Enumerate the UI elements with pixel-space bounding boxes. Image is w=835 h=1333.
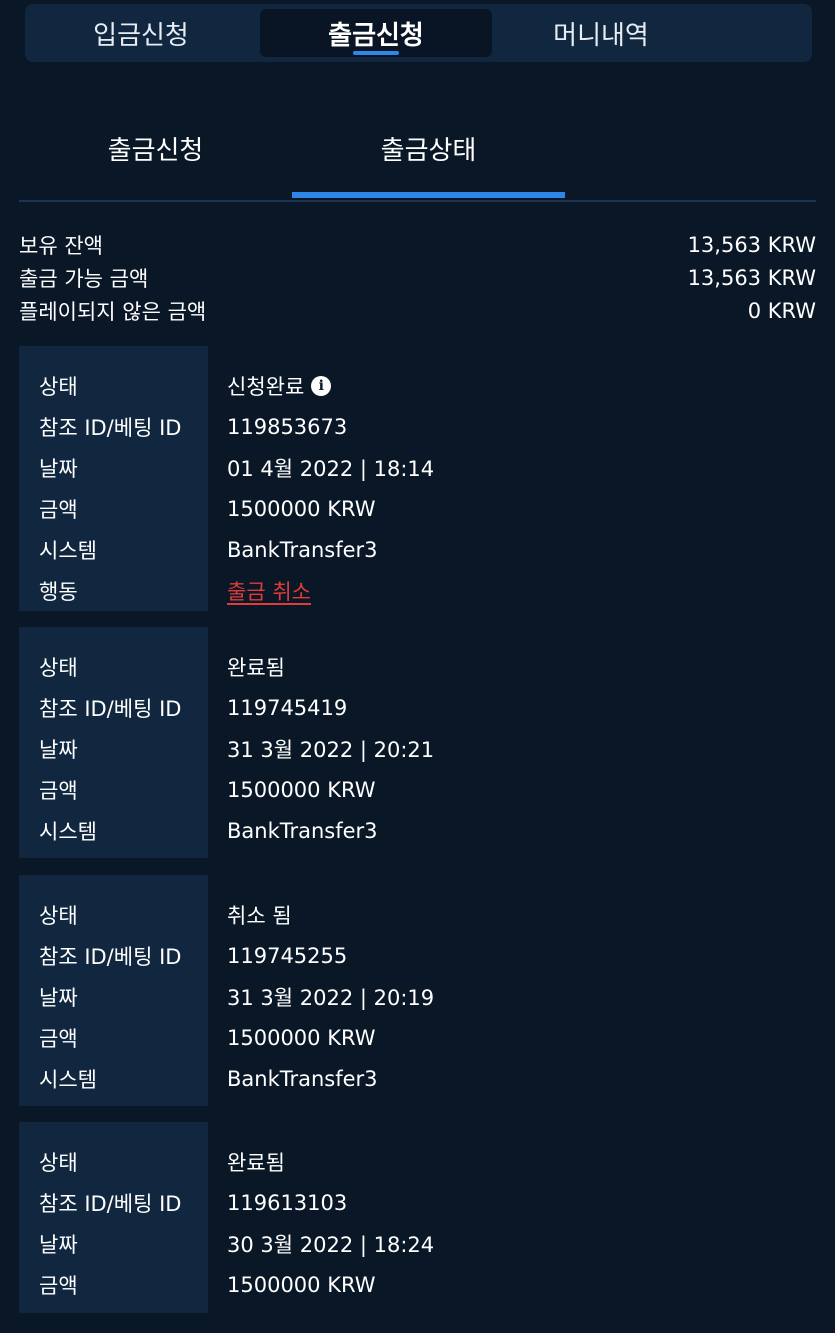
active-tab-indicator [353,51,399,55]
record-row-system: 시스템 BankTransfer3 [19,529,816,570]
tab-label: 머니내역 [553,20,649,51]
tab-label: 입금신청 [93,20,189,51]
row-value: 01 4월 2022 | 18:14 [227,456,435,481]
record-row-status: 상태 신청완료 i [19,365,816,406]
row-value: 119745255 [227,943,348,968]
row-label: 시스템 [39,1067,97,1092]
active-subtab-indicator [292,192,565,198]
row-label: 참조 ID/베팅 ID [39,415,182,440]
top-tab-bar: 입금신청 출금신청 머니내역 [25,4,812,62]
row-value: BankTransfer3 [227,818,378,843]
tab-deposit-request[interactable]: 입금신청 [33,9,249,57]
row-value: BankTransfer3 [227,1066,378,1091]
status-text: 신청완료 [227,374,305,399]
row-value: 출금 취소 [227,576,311,606]
row-label: 상태 [39,903,78,928]
withdrawal-status-page: 입금신청 출금신청 머니내역 출금신청 출금상태 보유 잔액 13,563 KR… [0,0,835,1333]
row-label: 날짜 [39,456,78,481]
record-row-amount: 금액 1500000 KRW [19,1264,816,1305]
subtab-withdrawal-status[interactable]: 출금상태 [292,100,565,198]
summary-value: 13,563 KRW [687,265,816,290]
row-label: 상태 [39,374,78,399]
row-value: 신청완료 i [227,371,332,401]
row-label: 날짜 [39,985,78,1010]
withdrawal-record: 상태 신청완료 i 참조 ID/베팅 ID 119853673 날짜 01 4월… [19,346,816,611]
info-icon[interactable]: i [311,375,332,396]
row-value: 취소 됨 [227,903,292,928]
record-row-date: 날짜 31 3월 2022 | 20:19 [19,976,816,1017]
row-label: 시스템 [39,819,97,844]
record-row-ref-id: 참조 ID/베팅 ID 119745419 [19,687,816,728]
record-row-action: 행동 출금 취소 [19,570,816,611]
subtab-label: 출금상태 [380,135,477,166]
record-row-status: 상태 완료됨 [19,646,816,687]
row-value: 119613103 [227,1190,348,1215]
row-label: 시스템 [39,538,97,563]
record-row-ref-id: 참조 ID/베팅 ID 119745255 [19,935,816,976]
subtab-withdrawal-request[interactable]: 출금신청 [19,100,292,196]
row-label: 금액 [39,778,78,803]
record-row-date: 날짜 01 4월 2022 | 18:14 [19,447,816,488]
row-label: 참조 ID/베팅 ID [39,696,182,721]
record-row-system: 시스템 BankTransfer3 [19,810,816,851]
row-value: 1500000 KRW [227,1025,376,1050]
tab-money-history[interactable]: 머니내역 [493,9,709,57]
summary-label: 플레이되지 않은 금액 [19,299,207,324]
record-row-date: 날짜 31 3월 2022 | 20:21 [19,728,816,769]
balance-summary: 보유 잔액 13,563 KRW 출금 가능 금액 13,563 KRW 플레이… [19,228,816,327]
summary-value: 13,563 KRW [687,232,816,257]
summary-label: 보유 잔액 [19,233,103,258]
withdrawal-record: 상태 취소 됨 참조 ID/베팅 ID 119745255 날짜 31 3월 2… [19,875,816,1106]
record-row-amount: 금액 1500000 KRW [19,488,816,529]
row-label: 상태 [39,1150,78,1175]
row-label: 날짜 [39,1232,78,1257]
summary-label: 출금 가능 금액 [19,266,149,291]
tab-label: 출금신청 [328,20,424,51]
row-value: BankTransfer3 [227,537,378,562]
record-row-amount: 금액 1500000 KRW [19,1017,816,1058]
row-label: 금액 [39,497,78,522]
summary-row-withdrawable: 출금 가능 금액 13,563 KRW [19,261,816,294]
record-row-amount: 금액 1500000 KRW [19,769,816,810]
record-row-ref-id: 참조 ID/베팅 ID 119613103 [19,1182,816,1223]
row-label: 금액 [39,1026,78,1051]
withdrawal-record: 상태 완료됨 참조 ID/베팅 ID 119745419 날짜 31 3월 20… [19,627,816,858]
record-row-status: 상태 취소 됨 [19,894,816,935]
row-label: 참조 ID/베팅 ID [39,944,182,969]
tab-withdrawal-request[interactable]: 출금신청 [260,9,492,57]
row-label: 상태 [39,655,78,680]
row-value: 1500000 KRW [227,1272,376,1297]
row-label: 행동 [39,579,78,604]
record-row-ref-id: 참조 ID/베팅 ID 119853673 [19,406,816,447]
row-label: 금액 [39,1273,78,1298]
row-value: 완료됨 [227,1150,285,1175]
row-value: 31 3월 2022 | 20:21 [227,737,435,762]
summary-row-balance: 보유 잔액 13,563 KRW [19,228,816,261]
row-value: 30 3월 2022 | 18:24 [227,1232,435,1257]
summary-row-unplayed: 플레이되지 않은 금액 0 KRW [19,294,816,327]
summary-value: 0 KRW [747,298,816,323]
record-row-status: 상태 완료됨 [19,1141,816,1182]
subtab-label: 출금신청 [107,135,204,166]
row-label: 참조 ID/베팅 ID [39,1191,182,1216]
withdrawal-record: 상태 완료됨 참조 ID/베팅 ID 119613103 날짜 30 3월 20… [19,1122,816,1313]
record-row-system: 시스템 BankTransfer3 [19,1058,816,1099]
row-value: 119745419 [227,695,348,720]
row-value: 완료됨 [227,655,285,680]
record-row-date: 날짜 30 3월 2022 | 18:24 [19,1223,816,1264]
row-value: 1500000 KRW [227,777,376,802]
row-value: 1500000 KRW [227,496,376,521]
row-label: 날짜 [39,737,78,762]
row-value: 119853673 [227,414,348,439]
row-value: 31 3월 2022 | 20:19 [227,985,435,1010]
cancel-withdrawal-link[interactable]: 출금 취소 [227,576,311,606]
sub-tab-bar: 출금신청 출금상태 [19,100,816,202]
